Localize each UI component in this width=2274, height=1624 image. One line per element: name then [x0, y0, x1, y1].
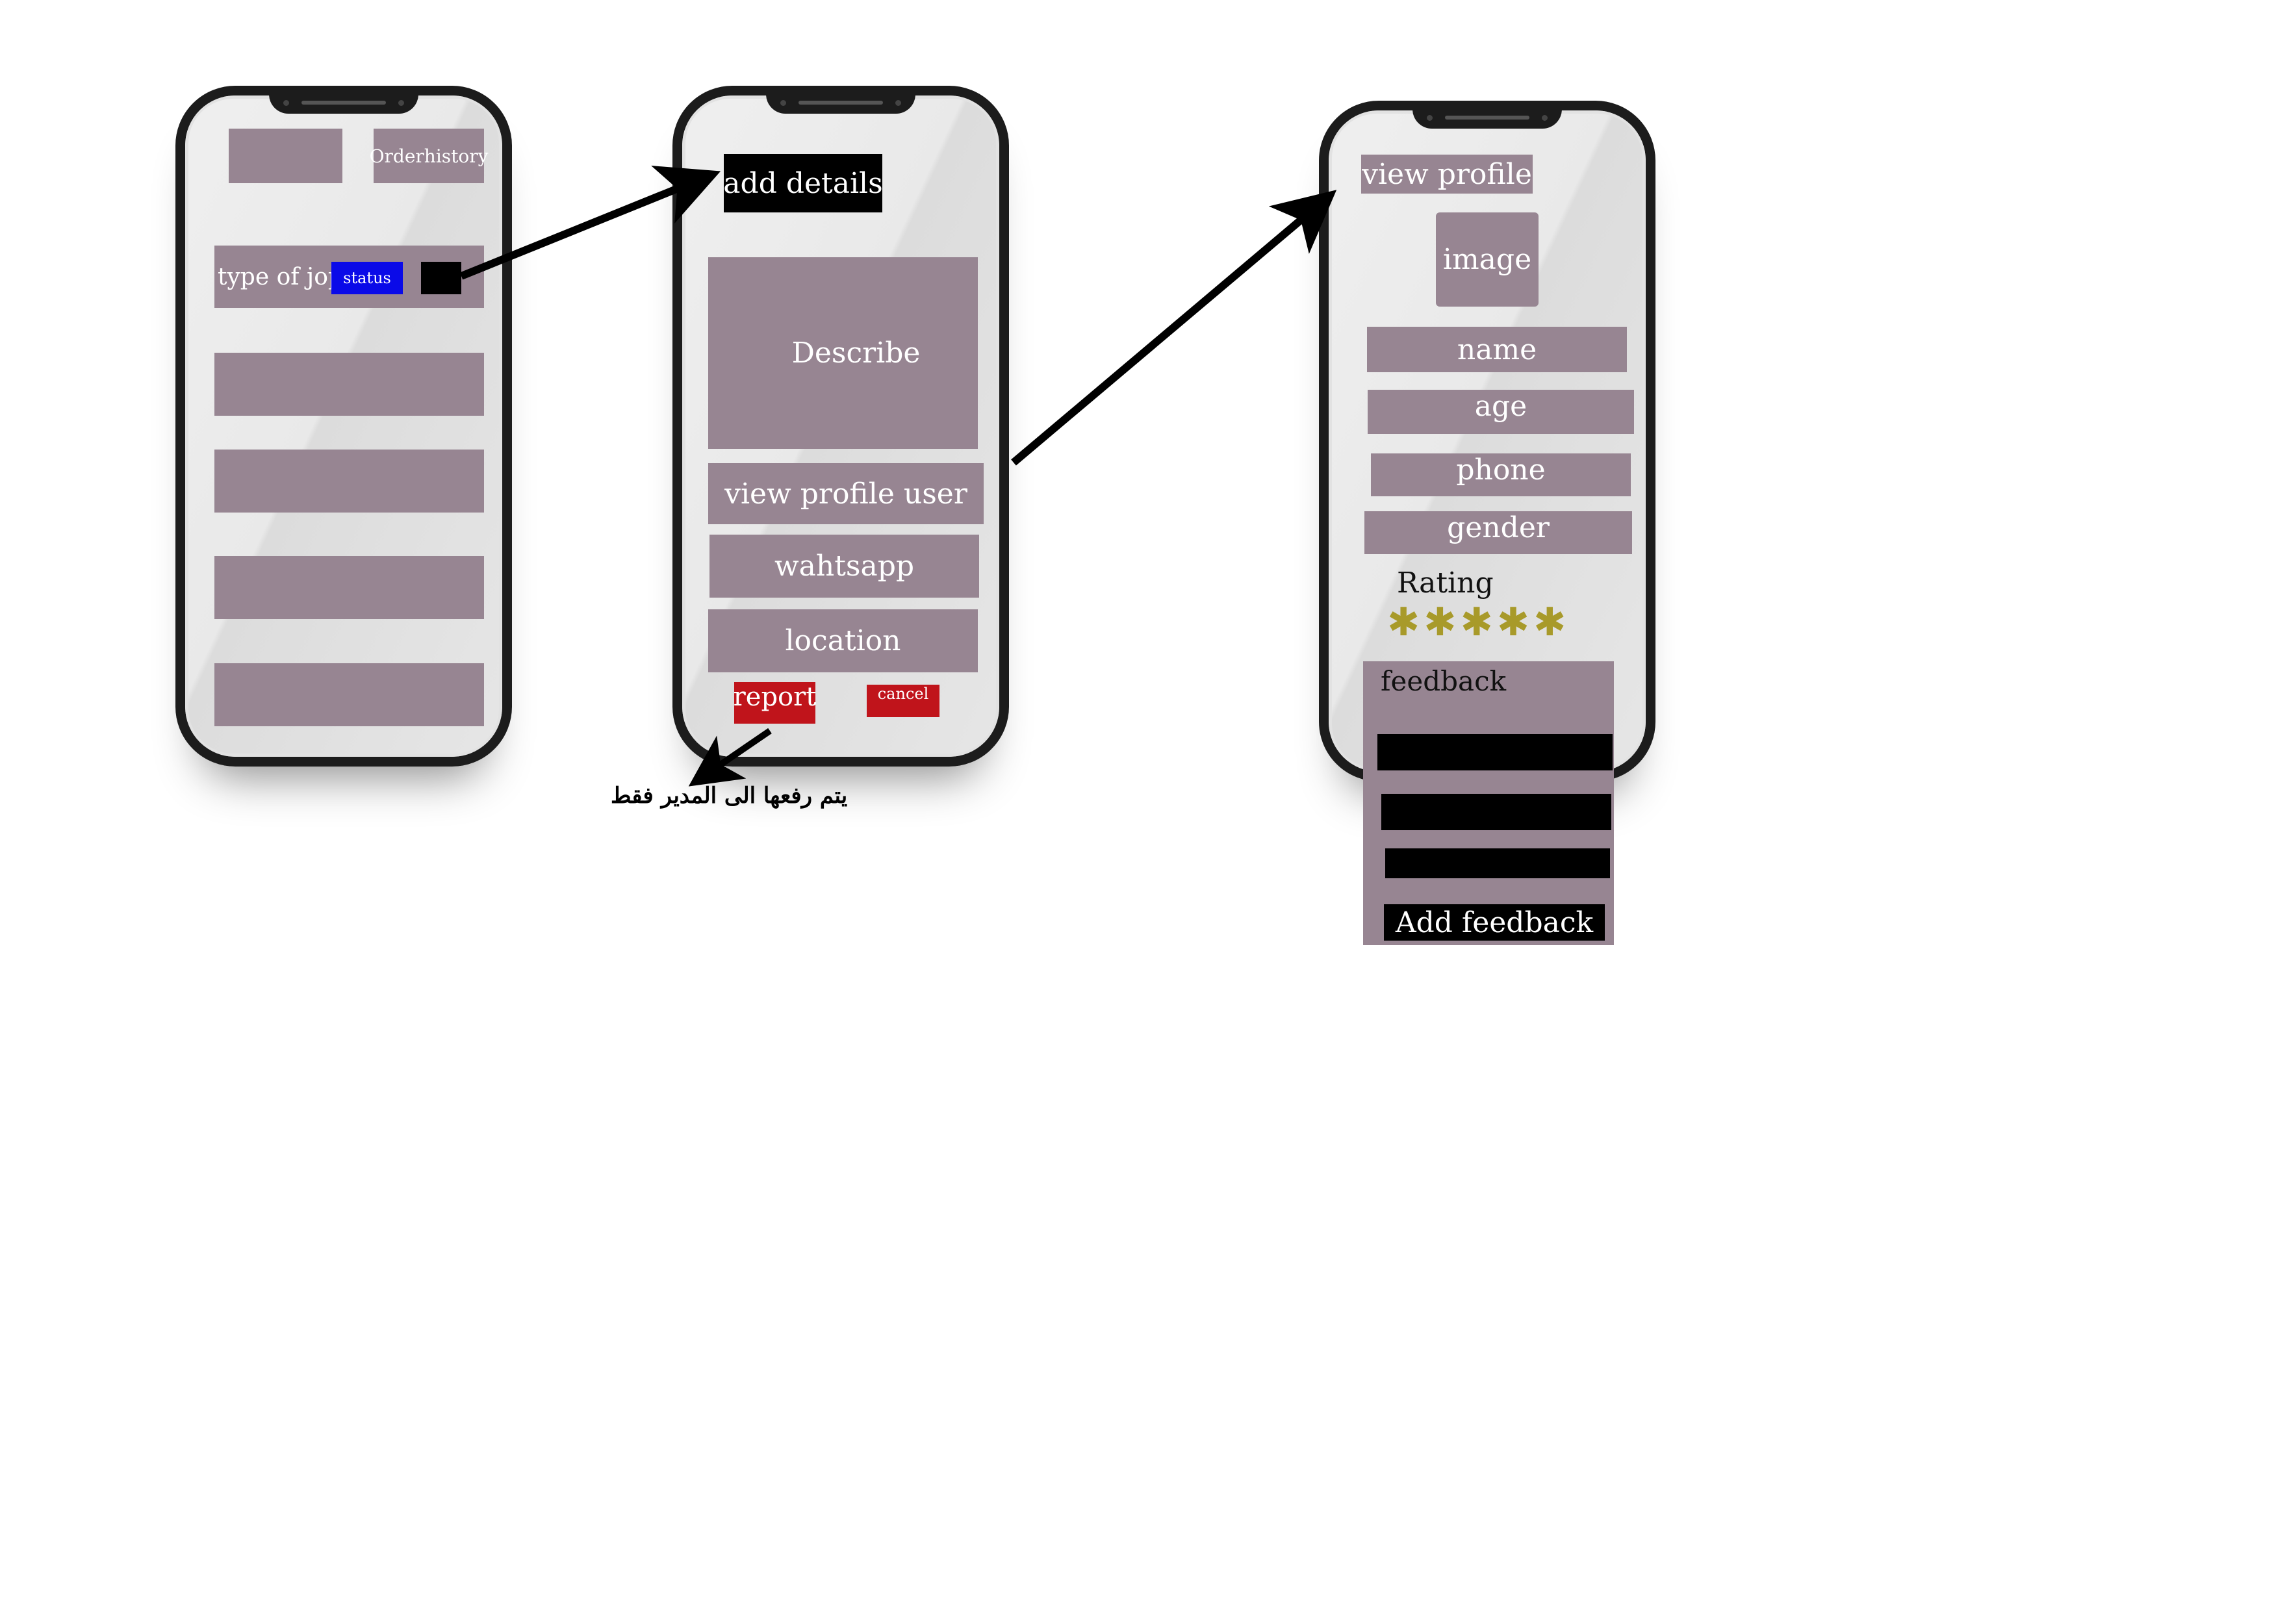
- arrow-to-details: [459, 166, 721, 280]
- flow-arrows: [459, 166, 1337, 787]
- arrow-to-report-note: [688, 728, 772, 787]
- wireframe-canvas: Orderhistory type of jop status add deta…: [0, 0, 2274, 1624]
- arrow-to-profile: [1011, 190, 1337, 466]
